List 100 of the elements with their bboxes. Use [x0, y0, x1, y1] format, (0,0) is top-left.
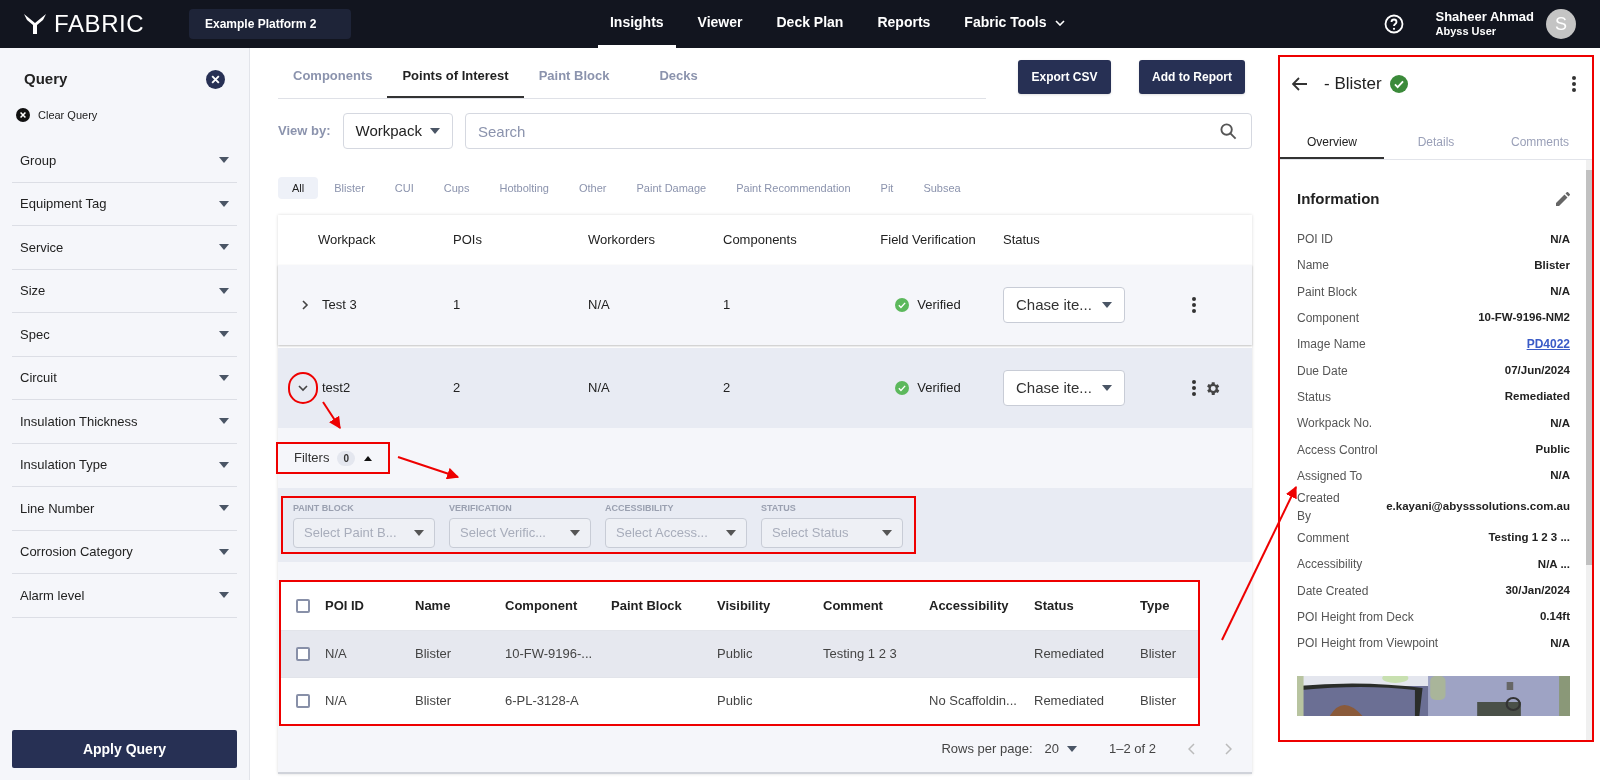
field-label: Paint Block [1297, 283, 1358, 301]
table-cell-text: 2 [723, 379, 732, 398]
apply-query-button[interactable]: Apply Query [12, 730, 237, 768]
settings-icon[interactable] [1204, 379, 1221, 397]
query-filter-dropdown[interactable]: Spec [12, 313, 237, 357]
caret-icon [1067, 745, 1077, 752]
query-title: Query [24, 69, 68, 89]
column-header: Status [1034, 596, 1075, 615]
platform-selector[interactable]: Example Platform 2 [189, 9, 351, 39]
field-label: Name [1297, 257, 1329, 275]
field-value: 07/Jun/2024 [1504, 363, 1570, 378]
view-by-dropdown[interactable]: Workpack [342, 113, 453, 149]
logo: FABRIC [54, 9, 145, 39]
export-csv-button[interactable]: Export CSV [1018, 60, 1111, 94]
caret-icon [726, 529, 736, 536]
nav-tab[interactable]: Deck Plan [764, 0, 856, 48]
table-cell-text: Verified [917, 379, 961, 398]
image-link[interactable]: PD4022 [1526, 335, 1570, 354]
nav-tab[interactable]: Viewer [685, 0, 755, 48]
caret-icon [219, 331, 229, 338]
more-icon[interactable] [1192, 297, 1196, 313]
checkbox[interactable] [296, 693, 310, 708]
table-cell-text: No Scaffoldin... [929, 691, 1018, 710]
status-dropdown[interactable]: Chase ite... [1003, 370, 1125, 406]
clear-query-button[interactable]: Clear Query [12, 106, 237, 123]
column-header: Type [1140, 596, 1171, 615]
checkbox[interactable] [296, 646, 310, 661]
view-by-label: View by: [278, 122, 331, 141]
query-filter-dropdown[interactable]: Line Number [12, 487, 237, 531]
query-filter-dropdown[interactable]: Size [12, 269, 237, 313]
table-cell-text: Verified [917, 296, 961, 315]
column-header: Paint Block [611, 596, 683, 615]
back-arrow-icon[interactable] [1292, 76, 1308, 91]
query-filter-dropdown[interactable]: Insulation Type [12, 443, 237, 487]
user-role: Abyss User [1435, 25, 1498, 39]
page-range: 1–2 of 2 [1109, 739, 1156, 758]
query-filter-dropdown[interactable]: Circuit [12, 356, 237, 400]
status-dropdown[interactable]: Chase ite... [1003, 287, 1125, 323]
table-cell-text: 1 [723, 296, 732, 315]
nav-tab[interactable]: Insights [597, 0, 676, 48]
type-filter-chip[interactable]: All [278, 177, 319, 199]
caret-icon [219, 461, 229, 468]
table-row[interactable]: N/A Blister 10-FW-9196-... Public Testing 1 2 3 Remediated Blister [281, 629, 1198, 677]
query-filter-dropdown[interactable]: Alarm level [12, 574, 237, 618]
nav-tab[interactable]: Reports [865, 0, 943, 48]
field-value: N/A ... [1537, 556, 1570, 572]
table-cell-text: Test 3 [321, 296, 358, 315]
table-cell-text: Public [717, 691, 754, 710]
query-filter-dropdown[interactable]: Group [12, 139, 237, 183]
scrollbar[interactable] [1586, 169, 1592, 565]
search-field[interactable]: Search [464, 113, 1252, 149]
field-label: Date Created [1297, 582, 1369, 600]
column-header: Visibility [717, 596, 772, 615]
search-icon[interactable] [1220, 123, 1237, 140]
table-cell-text: N/A [588, 296, 611, 315]
filter-label: VERIFICATION [449, 502, 513, 515]
chevron-down-icon [1054, 19, 1065, 26]
detail-tab[interactable]: Overview [1280, 126, 1384, 159]
add-to-report-button[interactable]: Add to Report [1139, 60, 1245, 94]
field-label: Created By [1297, 489, 1341, 525]
table-cell-text: 6-PL-3128-A [505, 691, 580, 710]
more-icon[interactable] [1192, 380, 1196, 396]
query-filter-dropdown[interactable]: Equipment Tag [12, 182, 237, 226]
caret-icon [219, 287, 229, 294]
column-header: Workpack [318, 231, 377, 250]
caret-icon [1102, 302, 1112, 308]
logo-icon [24, 14, 46, 34]
filters-toggle[interactable]: Filters 0 [276, 442, 390, 474]
field-label: Status [1297, 388, 1332, 406]
close-icon[interactable] [206, 69, 225, 89]
view-tab[interactable]: Points of Interest [387, 55, 524, 98]
query-filter-dropdown[interactable]: Corrosion Category [12, 530, 237, 574]
edit-icon[interactable] [1556, 191, 1570, 206]
caret-icon [429, 128, 440, 134]
check-icon [895, 298, 910, 312]
annotation-arrow [397, 456, 460, 480]
table-cell-text: Public [717, 644, 754, 663]
caret-icon [219, 592, 229, 599]
table-cell-text: N/A [325, 691, 348, 710]
checkbox[interactable] [296, 598, 310, 613]
field-value: 30/Jan/2024 [1505, 583, 1570, 599]
rows-per-page-dropdown[interactable]: 20 [1044, 738, 1077, 759]
query-filter-dropdown[interactable]: Service [12, 226, 237, 270]
table-cell-text: N/A [325, 644, 348, 663]
column-header: Name [415, 596, 452, 615]
column-header: Workorders [588, 231, 656, 250]
column-header: Components [723, 231, 798, 250]
nav-tab[interactable]: Fabric Tools [952, 0, 1077, 48]
help-icon[interactable] [1383, 14, 1404, 34]
field-label: Workpack No. [1297, 415, 1373, 433]
filter-count-badge: 0 [337, 450, 355, 466]
more-icon[interactable] [1572, 75, 1576, 92]
field-label: Component [1297, 310, 1360, 328]
detail-title: - Blister [1324, 73, 1382, 95]
caret-icon [219, 244, 229, 251]
expand-toggle[interactable] [288, 372, 318, 404]
chevron-down-icon [297, 382, 309, 394]
caret-icon [219, 548, 229, 555]
caret-icon [219, 157, 229, 164]
query-filter-dropdown[interactable]: Insulation Thickness [12, 400, 237, 444]
